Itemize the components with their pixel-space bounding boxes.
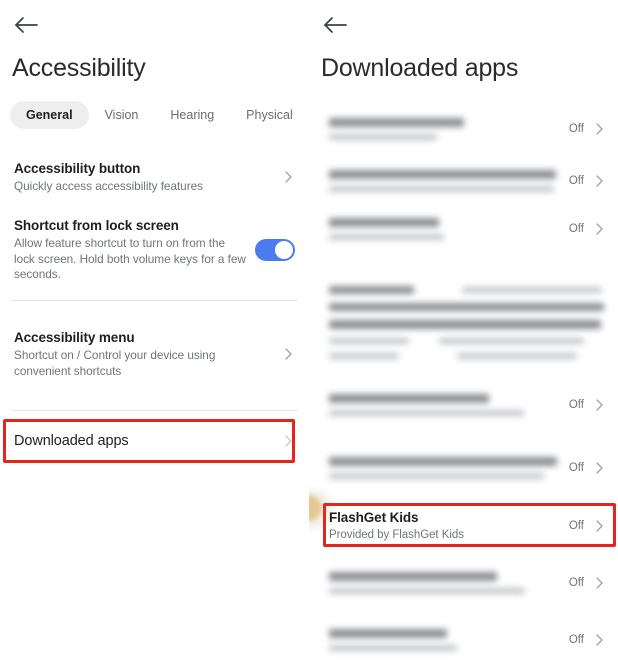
redacted-bar bbox=[329, 218, 439, 227]
setting-text: Shortcut from lock screen Allow feature … bbox=[14, 217, 255, 283]
redacted-bar bbox=[329, 320, 601, 329]
back-arrow-icon bbox=[15, 17, 38, 33]
app-name-redacted bbox=[329, 286, 606, 359]
app-name-redacted bbox=[329, 170, 569, 192]
app-state: Off bbox=[568, 634, 584, 646]
redacted-bar bbox=[329, 588, 525, 594]
app-name: FlashGet Kids bbox=[329, 510, 419, 525]
app-state: Off bbox=[568, 123, 584, 135]
list-item[interactable]: Off bbox=[309, 623, 618, 657]
redacted-bar bbox=[457, 353, 577, 359]
redacted-bar bbox=[462, 287, 602, 293]
setting-row-accessibility-menu[interactable]: Accessibility menu Shortcut on / Control… bbox=[0, 329, 309, 379]
downloaded-apps-panel: Downloaded apps Off Off Off Off Off Flas… bbox=[309, 0, 618, 670]
setting-row-accessibility-button[interactable]: Accessibility button Quickly access acce… bbox=[0, 160, 309, 195]
accessibility-tabs: General Vision Hearing Physical bbox=[10, 101, 309, 129]
chevron-right-icon bbox=[592, 222, 606, 236]
app-state: Off bbox=[568, 577, 584, 589]
app-state: Off bbox=[568, 399, 584, 411]
redacted-bar bbox=[329, 234, 444, 240]
app-name-redacted bbox=[329, 118, 569, 140]
back-arrow-icon bbox=[324, 17, 347, 33]
list-item[interactable]: Off bbox=[309, 164, 618, 198]
list-item[interactable]: Off bbox=[309, 566, 618, 600]
setting-subtitle: Allow feature shortcut to turn on from t… bbox=[14, 236, 246, 281]
app-name-redacted bbox=[329, 218, 569, 240]
app-name-redacted bbox=[329, 394, 569, 416]
divider bbox=[12, 300, 297, 301]
back-button[interactable] bbox=[12, 12, 40, 38]
redacted-bar bbox=[329, 286, 414, 294]
toggle-knob bbox=[275, 240, 293, 259]
page-title: Downloaded apps bbox=[321, 54, 519, 82]
redacted-bar bbox=[329, 353, 399, 359]
tab-hearing[interactable]: Hearing bbox=[154, 101, 230, 129]
app-state: Off bbox=[568, 462, 584, 474]
app-provider: Provided by FlashGet Kids bbox=[329, 529, 464, 541]
app-state: Off bbox=[568, 175, 584, 187]
chevron-right-icon bbox=[592, 519, 606, 533]
chevron-right-icon bbox=[592, 576, 606, 590]
setting-row-downloaded-apps[interactable]: Downloaded apps bbox=[0, 432, 309, 450]
redacted-bar bbox=[329, 394, 489, 403]
redacted-bar bbox=[329, 473, 544, 479]
app-name-redacted bbox=[329, 572, 569, 594]
app-state: Off bbox=[568, 520, 584, 532]
setting-title: Accessibility button bbox=[14, 161, 141, 176]
app-text: FlashGet Kids Provided by FlashGet Kids bbox=[329, 509, 569, 543]
app-state: Off bbox=[568, 223, 584, 235]
tab-general[interactable]: General bbox=[10, 101, 89, 129]
divider bbox=[12, 410, 297, 411]
redacted-bar bbox=[329, 457, 557, 466]
list-item[interactable]: Off bbox=[309, 451, 618, 485]
accessibility-panel: Accessibility General Vision Hearing Phy… bbox=[0, 0, 309, 670]
chevron-right-icon bbox=[592, 633, 606, 647]
redacted-bar bbox=[329, 134, 437, 140]
dual-panel-screenshot: Accessibility General Vision Hearing Phy… bbox=[0, 0, 618, 670]
redacted-bar bbox=[329, 629, 447, 638]
shortcut-lock-screen-toggle[interactable] bbox=[255, 238, 295, 261]
chevron-right-icon bbox=[592, 174, 606, 188]
setting-title: Downloaded apps bbox=[14, 433, 129, 449]
chevron-right-icon bbox=[592, 461, 606, 475]
setting-text: Downloaded apps bbox=[14, 432, 281, 450]
redacted-bar bbox=[329, 572, 497, 581]
app-name-redacted bbox=[329, 457, 569, 479]
tab-vision[interactable]: Vision bbox=[89, 101, 155, 129]
list-item-flashget-kids[interactable]: FlashGet Kids Provided by FlashGet Kids … bbox=[309, 509, 618, 543]
redacted-bar bbox=[329, 170, 556, 179]
list-item[interactable]: Off bbox=[309, 112, 618, 146]
setting-title: Shortcut from lock screen bbox=[14, 218, 179, 233]
setting-text: Accessibility menu Shortcut on / Control… bbox=[14, 329, 281, 379]
list-item[interactable] bbox=[309, 286, 618, 376]
redacted-bar bbox=[439, 338, 584, 344]
setting-title: Accessibility menu bbox=[14, 330, 135, 345]
page-title: Accessibility bbox=[12, 54, 146, 82]
redacted-bar bbox=[329, 118, 464, 127]
list-item[interactable]: Off bbox=[309, 212, 618, 246]
back-button[interactable] bbox=[321, 12, 349, 38]
setting-row-shortcut-lock-screen[interactable]: Shortcut from lock screen Allow feature … bbox=[0, 217, 309, 283]
redacted-bar bbox=[329, 645, 457, 651]
tab-physical[interactable]: Physical bbox=[230, 101, 309, 129]
redacted-bar bbox=[329, 303, 604, 311]
redacted-bar bbox=[329, 338, 409, 344]
setting-subtitle: Shortcut on / Control your device using … bbox=[14, 348, 216, 378]
chevron-right-icon bbox=[281, 347, 295, 361]
chevron-right-icon bbox=[592, 398, 606, 412]
setting-text: Accessibility button Quickly access acce… bbox=[14, 160, 281, 195]
chevron-right-icon bbox=[281, 170, 295, 184]
redacted-bar bbox=[329, 186, 554, 192]
app-name-redacted bbox=[329, 629, 569, 651]
setting-subtitle: Quickly access accessibility features bbox=[14, 179, 203, 193]
redacted-bar bbox=[329, 410, 524, 416]
list-item[interactable]: Off bbox=[309, 388, 618, 422]
chevron-right-icon bbox=[281, 434, 295, 448]
chevron-right-icon bbox=[592, 122, 606, 136]
